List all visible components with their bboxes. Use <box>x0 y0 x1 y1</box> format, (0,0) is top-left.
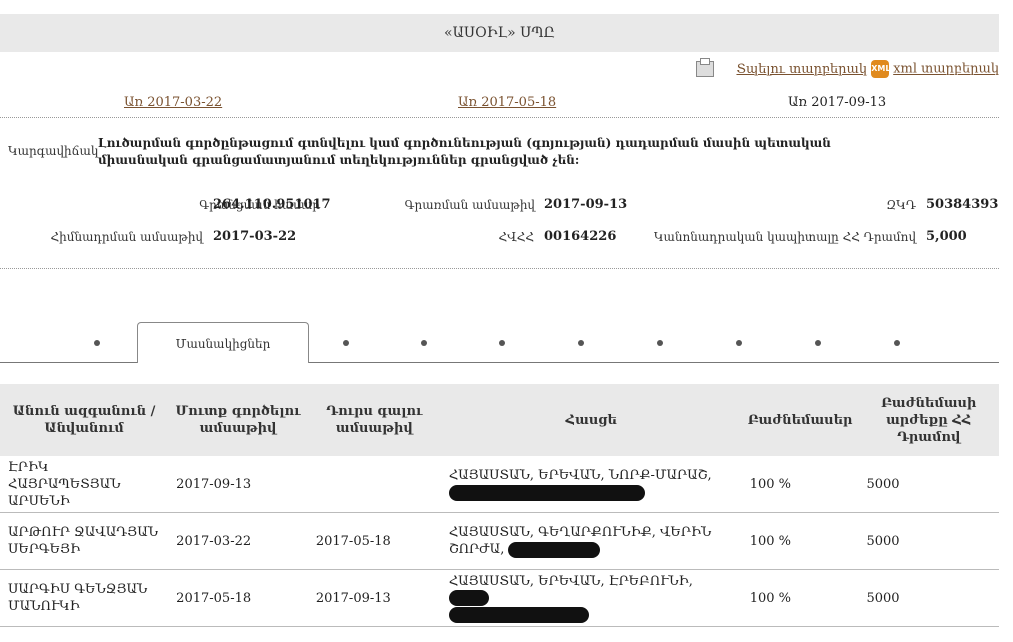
reg-number-value: 264.110.951017 <box>213 197 331 212</box>
tin-label: ՀՎՀՀ <box>498 230 534 244</box>
company-title: «ԱՍՕԻԼ» ՍՊԸ <box>444 25 555 41</box>
tab-dot[interactable] <box>94 340 100 346</box>
printer-icon <box>696 58 715 77</box>
address-text: ՀԱՅԱՍՏԱՆ, ԵՐԵՎԱՆ, ՆՈՐՔ-ՄԱՐԱՇ, <box>448 468 712 483</box>
xml-icon: XML <box>871 60 890 78</box>
xml-version-link[interactable]: xml տարբերակ <box>893 62 999 77</box>
tab-dot[interactable] <box>343 340 349 346</box>
tab-dot[interactable] <box>657 340 663 346</box>
cell-share-value: 5000 <box>858 569 999 627</box>
redaction-mark <box>508 541 601 558</box>
founding-date-value: 2017-03-22 <box>213 229 297 244</box>
cell-shares: 100 % <box>741 456 859 513</box>
status-label: Կարգավիճակ <box>8 144 99 158</box>
capital-label: Կանոնադրական կապիտալը ՀՀ Դրամով <box>653 230 916 244</box>
zkd-label: ԶԿԴ <box>886 198 916 212</box>
col-share-value: Բաժնեմասի արժեքը ՀՀ Դրամով <box>858 384 999 456</box>
col-entry-date: Մուտք գործելու ամսաթիվ <box>168 384 308 456</box>
cell-address: ՀԱՅԱՍՏԱՆ, ԳԵՂԱՐՔՈՒՆԻՔ, ՎԵՐԻՆ ՇՈՐԺԱ, <box>440 512 742 570</box>
cell-name: ԷՐԻԿ ՀԱՅՐԱՊԵՏՅԱՆ ԱՐՍԵՆԻ <box>0 456 169 513</box>
date-link-2017-03-22[interactable]: Առ 2017-03-22 <box>124 95 222 110</box>
cell-shares: 100 % <box>741 512 859 570</box>
cell-name: ԱՐԹՈՒՐ ՋԱՎԱԴՅԱՆ ՍԵՐԳԵՅԻ <box>0 512 169 570</box>
divider <box>0 117 999 118</box>
download-links: Տպելու տարբերակ XML xml տարբերակ <box>696 58 999 78</box>
reg-date-label: Գրառման ամսաթիվ <box>404 198 535 212</box>
history-dates: Առ 2017-03-22 Առ 2017-05-18 Առ 2017-09-1… <box>0 95 999 115</box>
cell-entry-date: 2017-05-18 <box>168 569 308 627</box>
cell-share-value: 5000 <box>858 456 999 513</box>
table-row: ԱՐԹՈՒՐ ՋԱՎԱԴՅԱՆ ՍԵՐԳԵՅԻ 2017-03-22 2017-… <box>0 512 999 570</box>
capital-value: 5,000 <box>926 229 967 244</box>
tab-dot[interactable] <box>421 340 427 346</box>
cell-exit-date <box>307 456 441 513</box>
table-row: ՍԱՐԳԻՍ ԳԵՆՋՅԱՆ ՄԱՆՈՒԿԻ 2017-05-18 2017-0… <box>0 569 999 627</box>
redaction-mark <box>448 590 489 606</box>
tab-dot[interactable] <box>578 340 584 346</box>
members-table: Անուն ազգանուն / Անվանում Մուտք գործելու… <box>0 384 999 627</box>
cell-entry-date: 2017-03-22 <box>168 512 308 570</box>
founding-date-label: Հիմնադրման ամսաթիվ <box>50 230 203 244</box>
col-name: Անուն ազգանուն / Անվանում <box>0 384 169 456</box>
tin-value: 00164226 <box>544 229 617 244</box>
cell-exit-date: 2017-09-13 <box>307 569 441 627</box>
col-address: Հասցե <box>440 384 742 456</box>
date-link-2017-05-18[interactable]: Առ 2017-05-18 <box>458 95 556 110</box>
cell-entry-date: 2017-09-13 <box>168 456 308 513</box>
col-shares: Բաժնեմասեր <box>741 384 859 456</box>
print-version-link[interactable]: Տպելու տարբերակ <box>736 62 867 77</box>
cell-name: ՍԱՐԳԻՍ ԳԵՆՋՅԱՆ ՄԱՆՈՒԿԻ <box>0 569 169 627</box>
cell-address: ՀԱՅԱՍՏԱՆ, ԵՐԵՎԱՆ, ԷՐԵԲՈՒՆԻ, <box>440 569 742 627</box>
tab-dot[interactable] <box>499 340 505 346</box>
company-title-bar: «ԱՍՕԻԼ» ՍՊԸ <box>0 14 999 52</box>
cell-address: ՀԱՅԱՍՏԱՆ, ԵՐԵՎԱՆ, ՆՈՐՔ-ՄԱՐԱՇ, <box>440 456 742 513</box>
redaction-mark <box>448 607 589 623</box>
status-text: Լուծարման գործընթացում գտնվելու կամ գործ… <box>98 136 831 167</box>
table-row: ԷՐԻԿ ՀԱՅՐԱՊԵՏՅԱՆ ԱՐՍԵՆԻ 2017-09-13 ՀԱՅԱՍ… <box>0 456 999 513</box>
tab-dot[interactable] <box>894 340 900 346</box>
cell-exit-date: 2017-05-18 <box>307 512 441 570</box>
cell-share-value: 5000 <box>858 512 999 570</box>
tab-bar: Մասնակիցներ <box>0 322 999 363</box>
col-exit-date: Դուրս գալու ամսաթիվ <box>307 384 441 456</box>
divider <box>0 268 999 269</box>
tab-members[interactable]: Մասնակիցներ <box>137 322 309 363</box>
cell-shares: 100 % <box>741 569 859 627</box>
table-header-row: Անուն ազգանուն / Անվանում Մուտք գործելու… <box>0 384 999 456</box>
current-date: Առ 2017-09-13 <box>788 95 887 110</box>
zkd-value: 50384393 <box>926 197 999 212</box>
address-text: ՀԱՅԱՍՏԱՆ, ԵՐԵՎԱՆ, ԷՐԵԲՈՒՆԻ, <box>448 573 693 589</box>
reg-date-value: 2017-09-13 <box>544 197 628 212</box>
redaction-mark <box>448 484 645 501</box>
tab-dot[interactable] <box>815 340 821 346</box>
tab-dot[interactable] <box>736 340 742 346</box>
